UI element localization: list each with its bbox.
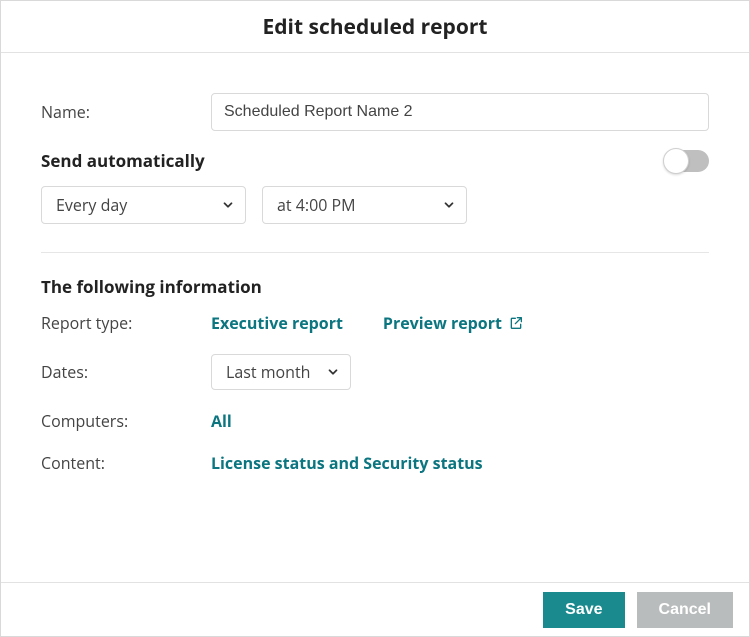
computers-link[interactable]: All [211,410,232,432]
dates-select-value: Last month [226,361,311,383]
content-row: Content: License status and Security sta… [41,452,709,474]
report-type-link[interactable]: Executive report [211,312,343,334]
frequency-select[interactable]: Every day [41,186,246,224]
name-value-col [211,93,709,131]
send-automatically-label: Send automatically [41,149,205,172]
report-type-label: Report type: [41,312,211,334]
dialog-body: Name: Send automatically Every day at 4:… [1,53,749,514]
name-input[interactable] [211,93,709,131]
frequency-select-value: Every day [56,194,127,216]
cancel-button[interactable]: Cancel [637,592,733,628]
dialog-edit-scheduled-report: Edit scheduled report Name: Send automat… [0,0,750,637]
dialog-footer: Save Cancel [1,582,749,636]
content-link[interactable]: License status and Security status [211,452,483,474]
chevron-down-icon [442,198,456,212]
computers-label: Computers: [41,410,211,432]
chevron-down-icon [221,198,235,212]
preview-report-label: Preview report [383,312,502,334]
preview-report-link[interactable]: Preview report [383,312,524,334]
chevron-down-icon [326,365,340,379]
dates-row: Dates: Last month [41,354,709,390]
save-button[interactable]: Save [543,592,624,628]
report-type-row: Report type: Executive report Preview re… [41,312,709,334]
dates-label: Dates: [41,361,211,383]
schedule-selects: Every day at 4:00 PM [41,186,709,224]
time-select[interactable]: at 4:00 PM [262,186,467,224]
dates-select[interactable]: Last month [211,354,351,390]
info-section-title: The following information [41,275,709,298]
external-link-icon [508,315,524,331]
content-label: Content: [41,452,211,474]
toggle-knob [663,148,689,174]
send-automatically-row: Send automatically [41,149,709,172]
divider [41,252,709,253]
computers-row: Computers: All [41,410,709,432]
time-select-value: at 4:00 PM [277,194,356,216]
send-automatically-toggle[interactable] [665,150,709,172]
dialog-title: Edit scheduled report [1,1,749,53]
name-row: Name: [41,93,709,131]
name-label: Name: [41,101,211,123]
